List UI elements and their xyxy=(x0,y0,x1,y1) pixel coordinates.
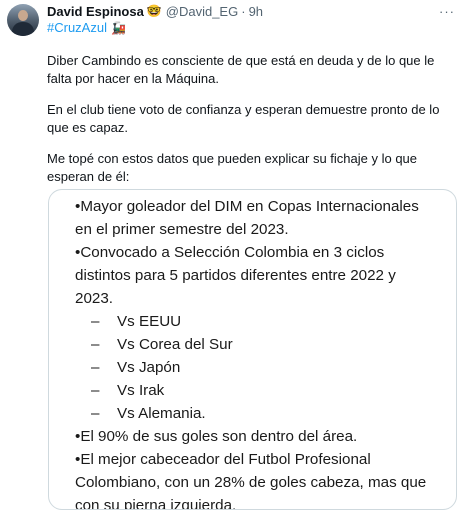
list-dash: – xyxy=(91,313,100,330)
list-dash: – xyxy=(91,359,100,376)
tweet-paragraph: En el club tiene voto de confianza y esp… xyxy=(47,102,440,135)
author-name[interactable]: David Espinosa xyxy=(47,4,144,19)
opponent-list-item: – Vs Alemania. xyxy=(91,404,206,423)
tweet-media-image[interactable]: •Mayor goleador del DIM en Copas Interna… xyxy=(48,189,457,510)
opponent-label: Vs Irak xyxy=(117,382,165,399)
train-emoji-icon: 🚂 xyxy=(110,20,126,35)
tweet-paragraph: Diber Cambindo es consciente de que está… xyxy=(47,53,435,86)
hashtag-link[interactable]: #CruzAzul xyxy=(47,20,107,35)
media-text-line: •El 90% de sus goles son dentro del área… xyxy=(75,428,358,445)
avatar-body xyxy=(12,22,34,36)
avatar-head xyxy=(18,10,28,21)
media-text-line: •El mejor cabeceador del Futbol Profesio… xyxy=(75,451,371,468)
tweet-timestamp[interactable]: 9h xyxy=(249,4,263,19)
opponent-list-item: – Vs Japón xyxy=(91,358,180,377)
separator-dot: · xyxy=(241,3,246,19)
more-options-icon[interactable]: ··· xyxy=(436,3,458,19)
author-handle[interactable]: @David_EG xyxy=(166,4,238,19)
tweet-header: David Espinosa 🤓 @David_EG · 9h ··· xyxy=(47,3,458,19)
media-text-line: con su pierna izquierda. xyxy=(75,497,237,510)
media-text-line: en el primer semestre del 2023. xyxy=(75,221,289,238)
media-text-line: •Convocado a Selección Colombia en 3 cic… xyxy=(75,244,385,261)
media-text-line: 2023. xyxy=(75,290,114,307)
list-dash: – xyxy=(91,336,100,353)
opponent-list-item: – Vs EEUU xyxy=(91,312,181,331)
list-dash: – xyxy=(91,405,100,422)
opponent-label: Vs EEUU xyxy=(117,313,182,330)
tweet-paragraph: Me topé con estos datos que pueden expli… xyxy=(47,151,418,184)
list-dash: – xyxy=(91,382,100,399)
opponent-list-item: – Vs Corea del Sur xyxy=(91,335,233,354)
opponent-label: Vs Japón xyxy=(117,359,181,376)
media-text-line: Colombiano, con un 28% de goles cabeza, … xyxy=(75,474,427,491)
opponent-label: Vs Alemania. xyxy=(117,405,206,422)
avatar[interactable] xyxy=(7,4,39,36)
nerd-face-emoji-icon: 🤓 xyxy=(146,4,162,18)
opponent-label: Vs Corea del Sur xyxy=(117,336,233,353)
hashtag-line: #CruzAzul 🚂 xyxy=(47,20,126,35)
opponent-list-item: – Vs Irak xyxy=(91,381,164,400)
media-text-line: •Mayor goleador del DIM en Copas Interna… xyxy=(75,198,419,215)
media-text-line: distintos para 5 partidos diferentes ent… xyxy=(75,267,396,284)
